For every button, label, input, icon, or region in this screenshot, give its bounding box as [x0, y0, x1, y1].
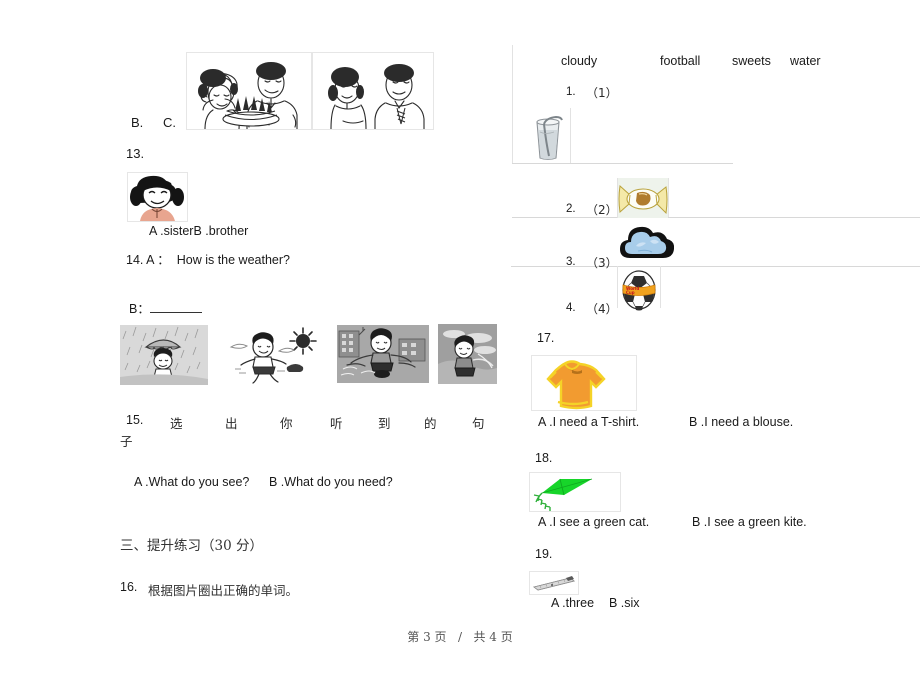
wordbank-item-1-number: 1.	[566, 86, 576, 98]
weather-image-rainy	[120, 325, 208, 385]
question-18-option-a: A .I see a green cat.	[538, 515, 650, 529]
wordbank-item-2-number: 2.	[566, 203, 576, 215]
question-14-answer-row: B：	[129, 300, 202, 318]
question-17-option-a: A .I need a T-shirt.	[538, 415, 640, 429]
cell-divider-water	[570, 108, 571, 163]
question-14-answer-label: B：	[129, 302, 150, 316]
page-footer: 第 3 页 / 共 4 页	[0, 628, 920, 646]
choice-label-c: C.	[163, 115, 176, 130]
wordbank-item-2-paren: （2）	[586, 203, 618, 217]
cell-divider-candy-right	[668, 178, 669, 217]
wordbank-item-4-number: 4.	[566, 302, 576, 314]
section-3-heading: 三、提升练习（30 分）	[120, 538, 263, 554]
image-green-kite	[529, 472, 621, 512]
question-15-char-0: 选	[170, 416, 183, 431]
question-15-option-a: A .What do you see?	[134, 475, 250, 489]
answer-blank[interactable]	[149, 302, 202, 313]
question-19-option-a: A .three	[551, 596, 595, 610]
illustration-two-people	[312, 52, 434, 130]
footer-current-page: 第 3 页	[407, 630, 447, 644]
image-ruler	[529, 571, 579, 595]
row-divider-2	[512, 217, 920, 218]
wordbank-item-3-number: 3.	[566, 256, 576, 268]
wordbank-item-1-paren: （1）	[586, 86, 618, 100]
question-15-char-5: 的	[424, 416, 437, 431]
svg-text:Cup: Cup	[626, 290, 635, 295]
choice-label-b: B.	[131, 115, 144, 130]
footer-total-pages: 共 4 页	[473, 630, 513, 644]
image-soccer-ball: World Cup	[618, 268, 660, 312]
cell-divider-left	[512, 45, 513, 163]
question-15-number: 15.	[126, 413, 144, 427]
question-16-number: 16.	[120, 580, 138, 594]
question-15-char-2: 你	[280, 416, 293, 431]
weather-image-windy	[337, 325, 429, 383]
question-19-number: 19.	[535, 547, 553, 561]
question-15-prompt-wrap: 子	[120, 434, 133, 449]
wordbank-item-3-paren: （3）	[586, 256, 618, 270]
question-18-number: 18.	[535, 451, 553, 465]
row-divider-1	[512, 163, 733, 164]
question-15-char-4: 到	[378, 416, 391, 431]
question-13-options: A .sisterB .brother	[149, 224, 249, 238]
question-17-number: 17.	[537, 331, 555, 345]
question-15-char-6: 句	[472, 416, 485, 431]
question-15-char-3: 听	[330, 416, 343, 431]
wordbank-item-water[interactable]: water	[790, 54, 821, 69]
question-14-prompt: 14. A ： How is the weather?	[126, 253, 290, 267]
cell-divider-ball-right	[660, 266, 661, 308]
wordbank-item-4-paren: （4）	[586, 302, 618, 316]
question-16-prompt: 根据图片圈出正确的单词。	[148, 583, 299, 598]
weather-image-sunny	[225, 325, 325, 385]
wordbank-item-football[interactable]: football	[660, 54, 700, 69]
question-15-option-b: B .What do you need?	[269, 475, 393, 489]
image-glass-of-water	[528, 110, 568, 162]
wordbank-item-sweets[interactable]: sweets	[732, 54, 771, 69]
wordbank-item-cloudy[interactable]: cloudy	[561, 54, 597, 69]
question-18-option-b: B .I see a green kite.	[692, 515, 807, 529]
question-17-option-b: B .I need a blouse.	[689, 415, 794, 429]
weather-image-cloudy	[438, 324, 497, 384]
image-blue-cloud	[618, 222, 674, 264]
question-19-option-b: B .six	[609, 596, 640, 610]
image-orange-tshirt	[531, 355, 637, 411]
image-wrapped-candy	[618, 178, 668, 218]
illustration-birthday-cake	[186, 52, 312, 130]
question-15-char-1: 出	[225, 416, 238, 431]
illustration-girl-face	[127, 172, 188, 222]
exam-paper-page: B. C. 13. A .sisterB .brother 14. A ： Ho…	[0, 0, 920, 681]
question-13-number: 13.	[126, 146, 145, 161]
